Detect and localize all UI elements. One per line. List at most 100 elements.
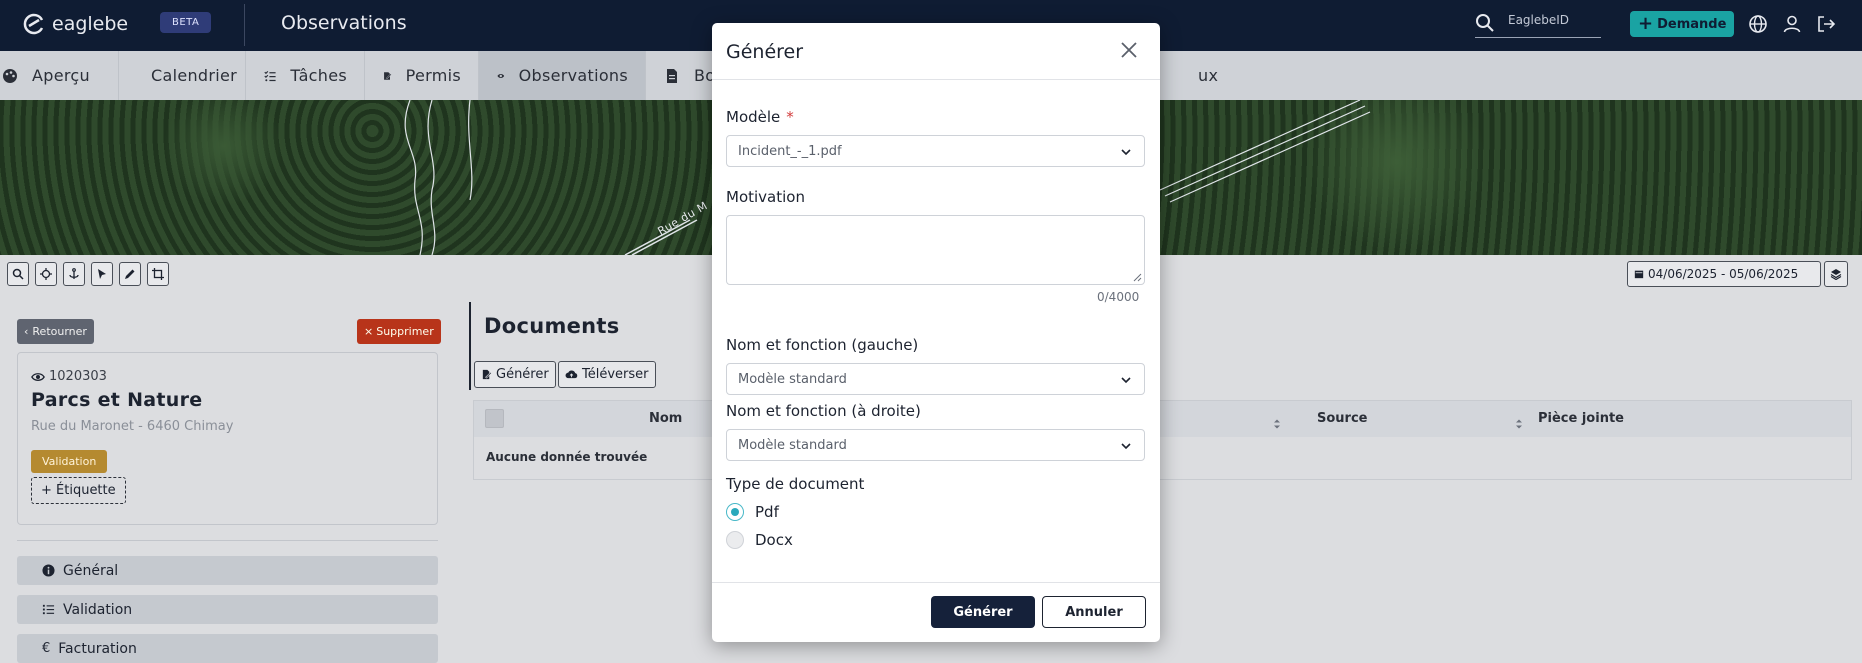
column-header-nom[interactable]: Nom — [649, 411, 682, 426]
search-input[interactable] — [1508, 13, 1598, 27]
palette-icon — [3, 68, 17, 83]
chevron-down-icon — [1121, 443, 1131, 450]
observation-address: Rue du Maronet - 6460 Chimay — [31, 419, 234, 434]
sort-icon[interactable] — [1516, 419, 1522, 429]
character-counter: 0/4000 — [1097, 290, 1140, 304]
tab-label: Tâches — [290, 66, 347, 85]
logout-icon[interactable] — [1816, 14, 1836, 34]
radio-docx-label[interactable]: Docx — [755, 531, 793, 549]
section-general[interactable]: Général — [17, 556, 438, 585]
model-label: Modèle * — [726, 108, 794, 126]
observation-card: 1020303 Parcs et Nature Rue du Maronet -… — [17, 352, 438, 525]
motivation-label: Motivation — [726, 188, 805, 206]
right-name-select[interactable]: Modèle standard — [726, 429, 1145, 461]
anchor-icon — [69, 268, 79, 279]
generate-button[interactable]: Générer — [931, 596, 1035, 628]
documents-generate-button[interactable]: Générer — [474, 361, 556, 388]
header-divider — [244, 4, 245, 46]
delete-label: Supprimer — [376, 325, 434, 338]
tab-apercu[interactable]: Aperçu — [0, 51, 119, 100]
cloud-upload-icon — [565, 370, 578, 379]
beta-badge: BETA — [160, 12, 212, 33]
observation-reference: 1020303 — [31, 369, 107, 384]
radio-pdf[interactable] — [726, 503, 744, 521]
calendar-icon — [1634, 270, 1644, 279]
generate-dialog: Générer Modèle * Incident_-_1.pdf Motivat… — [712, 23, 1160, 642]
empty-table-message: Aucune donnée trouvée — [486, 450, 648, 464]
tab-taches[interactable]: Tâches — [246, 51, 365, 100]
chevron-down-icon — [1121, 377, 1131, 384]
tab-label: Observations — [518, 66, 628, 85]
locate-tool[interactable] — [35, 262, 57, 286]
polygon-tool[interactable] — [147, 262, 169, 286]
left-name-select-value: Modèle standard — [738, 371, 847, 387]
radio-docx[interactable] — [726, 531, 744, 549]
close-icon: × — [364, 325, 374, 338]
new-request-button[interactable]: + Demande — [1630, 11, 1735, 37]
add-tag-button[interactable]: + Étiquette — [31, 477, 126, 504]
column-header-piece-jointe[interactable]: Pièce jointe — [1538, 411, 1624, 426]
date-range-value: 04/06/2025 - 05/06/2025 — [1648, 267, 1799, 281]
back-label: Retourner — [32, 325, 87, 338]
new-request-label: Demande — [1657, 16, 1727, 32]
document-icon — [667, 68, 677, 83]
required-asterisk: * — [786, 108, 794, 126]
right-name-select-value: Modèle standard — [738, 437, 847, 453]
documents-upload-button[interactable]: Téléverser — [558, 361, 656, 388]
pencil-icon — [125, 269, 135, 279]
crop-icon — [152, 268, 164, 280]
tasks-icon — [264, 70, 276, 81]
info-icon — [42, 564, 55, 577]
tab-observations[interactable]: Observations — [479, 51, 646, 100]
select-all-checkbox[interactable] — [485, 409, 504, 428]
column-header-source[interactable]: Source — [1317, 411, 1367, 426]
section-facturation[interactable]: € Facturation — [17, 634, 438, 663]
anchor-tool[interactable] — [63, 262, 85, 286]
sort-icon[interactable] — [1274, 419, 1280, 429]
app-logo[interactable]: eaglebe — [22, 12, 128, 36]
permit-icon — [384, 71, 392, 80]
back-button[interactable]: ‹ Retourner — [17, 319, 94, 344]
upload-label: Téléverser — [582, 367, 649, 382]
model-select-value: Incident_-_1.pdf — [738, 143, 842, 159]
layers-button[interactable] — [1824, 261, 1848, 287]
section-divider — [17, 540, 438, 541]
left-name-select[interactable]: Modèle standard — [726, 363, 1145, 395]
tab-calendrier[interactable]: Calendrier — [119, 51, 246, 100]
zoom-search-tool[interactable] — [7, 262, 29, 286]
globe-icon[interactable] — [1748, 14, 1768, 34]
tab-permis[interactable]: Permis — [365, 51, 479, 100]
cancel-button[interactable]: Annuler — [1042, 596, 1146, 628]
model-select[interactable]: Incident_-_1.pdf — [726, 135, 1145, 167]
radio-pdf-label[interactable]: Pdf — [755, 503, 779, 521]
delete-button[interactable]: × Supprimer — [357, 319, 441, 344]
section-label: Général — [63, 562, 119, 579]
tab-label: Permis — [405, 66, 461, 85]
motivation-textarea[interactable] — [726, 215, 1145, 285]
right-name-label: Nom et fonction (à droite) — [726, 402, 921, 420]
user-icon[interactable] — [1782, 14, 1802, 34]
chevron-down-icon — [1121, 149, 1131, 156]
resize-grip-icon[interactable] — [1133, 273, 1142, 282]
search-icon — [12, 268, 24, 280]
left-name-label: Nom et fonction (gauche) — [726, 336, 919, 354]
dialog-header-divider — [712, 79, 1160, 80]
reference-number: 1020303 — [49, 369, 107, 384]
select-tool[interactable] — [91, 262, 113, 286]
close-icon[interactable] — [1118, 39, 1140, 61]
eye-icon — [497, 73, 505, 78]
tab-label: Aperçu — [32, 66, 90, 85]
eaglebe-logo-icon — [23, 13, 44, 35]
draw-tool[interactable] — [119, 262, 141, 286]
search-icon — [1476, 14, 1494, 32]
date-range-picker[interactable]: 04/06/2025 - 05/06/2025 — [1627, 261, 1821, 287]
file-pen-icon — [482, 369, 492, 380]
search-box[interactable] — [1475, 10, 1601, 38]
crosshair-icon — [40, 268, 52, 280]
table-header: Nom Source Pièce jointe — [474, 401, 1851, 437]
euro-icon: € — [42, 641, 51, 656]
section-label: Facturation — [58, 640, 137, 657]
generate-label: Générer — [496, 367, 549, 382]
section-label: Validation — [63, 601, 133, 618]
section-validation[interactable]: Validation — [17, 595, 438, 624]
